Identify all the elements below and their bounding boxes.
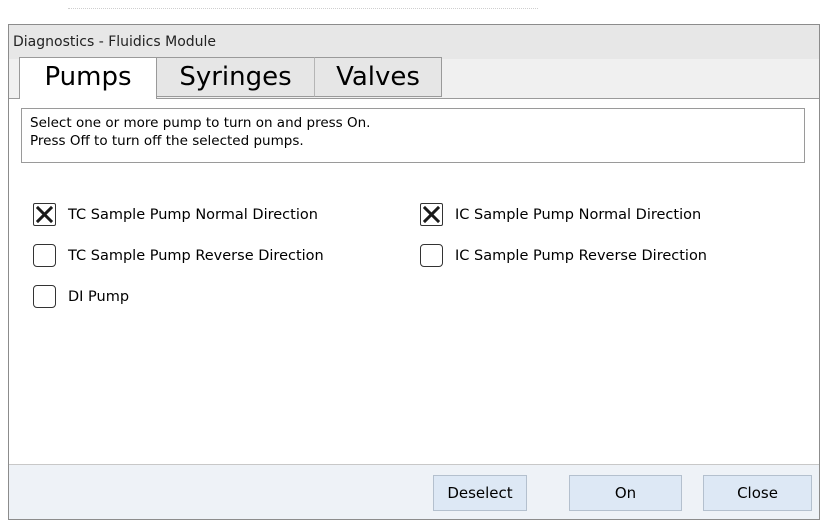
pump-checkbox-ic-normal[interactable]: IC Sample Pump Normal Direction [420, 203, 701, 226]
pump-label: IC Sample Pump Normal Direction [455, 206, 702, 223]
pump-label: IC Sample Pump Reverse Direction [455, 247, 708, 264]
deselect-button[interactable]: Deselect [433, 475, 527, 511]
checkbox-unchecked-icon[interactable] [33, 244, 56, 267]
diagnostics-dialog: Diagnostics - Fluidics Module Pumps Syri… [8, 24, 820, 520]
checkbox-checked-icon[interactable] [420, 203, 443, 226]
instructions-line-1: Select one or more pump to turn on and p… [30, 115, 371, 131]
pump-checkbox-tc-normal[interactable]: TC Sample Pump Normal Direction [33, 203, 318, 226]
tab-valves[interactable]: Valves [314, 57, 442, 97]
tab-syringes-label: Syringes [179, 62, 292, 92]
tab-syringes[interactable]: Syringes [156, 57, 315, 97]
window-title: Diagnostics - Fluidics Module [13, 34, 217, 50]
title-bar: Diagnostics - Fluidics Module [9, 25, 819, 59]
tab-valves-label: Valves [336, 62, 420, 92]
close-button[interactable]: Close [703, 475, 812, 511]
pump-checkbox-di[interactable]: DI Pump [33, 285, 129, 308]
tab-pumps[interactable]: Pumps [19, 57, 157, 99]
checkbox-unchecked-icon[interactable] [420, 244, 443, 267]
instructions-box: Select one or more pump to turn on and p… [21, 108, 805, 163]
background-window-remnant [68, 8, 538, 15]
pump-label: TC Sample Pump Reverse Direction [68, 247, 324, 264]
pump-checkbox-ic-reverse[interactable]: IC Sample Pump Reverse Direction [420, 244, 707, 267]
background-window-edge [8, 0, 820, 24]
pump-label: TC Sample Pump Normal Direction [68, 206, 318, 223]
instructions-line-2: Press Off to turn off the selected pumps… [30, 133, 304, 149]
pump-label: DI Pump [68, 288, 130, 305]
pump-checkbox-tc-reverse[interactable]: TC Sample Pump Reverse Direction [33, 244, 324, 267]
checkbox-checked-icon[interactable] [33, 203, 56, 226]
checkbox-unchecked-icon[interactable] [33, 285, 56, 308]
pumps-panel: Select one or more pump to turn on and p… [9, 98, 819, 464]
on-button[interactable]: On [569, 475, 682, 511]
dialog-footer: Deselect On Close [9, 464, 819, 519]
tab-pumps-label: Pumps [44, 62, 132, 92]
